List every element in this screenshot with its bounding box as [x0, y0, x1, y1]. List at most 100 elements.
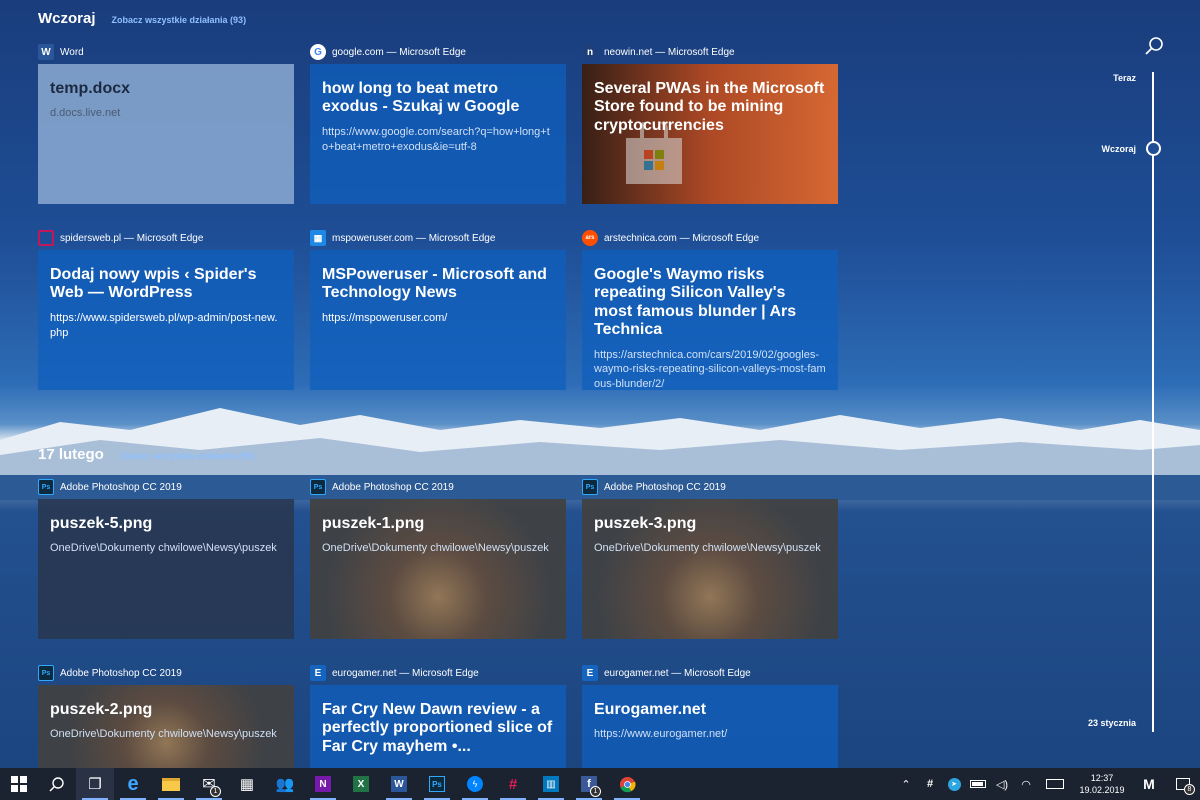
taskbar-trello[interactable]: ▥ — [532, 768, 570, 800]
card-subtitle: OneDrive\Dokumenty chwilowe\Newsy\puszek — [594, 542, 821, 555]
tray-volume[interactable]: ◁) — [990, 768, 1014, 800]
chrome-icon — [619, 776, 636, 792]
eurogamer-icon: E — [310, 665, 326, 681]
card-title: MSPoweruser - Microsoft and Technology N… — [322, 266, 547, 302]
mspoweruser-icon: ▦ — [310, 230, 326, 246]
activity-card[interactable]: Eurogamer.net https://www.eurogamer.net/ — [582, 685, 838, 768]
edge-icon: e — [127, 772, 139, 795]
card-subtitle: https://www.google.com/search?q=how+long… — [322, 125, 550, 153]
taskbar-mail[interactable]: ✉ 1 — [190, 768, 228, 800]
card-app-name: arstechnica.com — Microsoft Edge — [604, 232, 760, 244]
tray-overflow-button[interactable]: ⌃ — [894, 768, 918, 800]
slack-icon: # — [508, 775, 518, 793]
activity-card[interactable]: puszek-5.png OneDrive\Dokumenty chwilowe… — [38, 499, 294, 639]
card-app-name: spidersweb.pl — Microsoft Edge — [60, 232, 204, 244]
clock-date: 19.02.2019 — [1079, 785, 1125, 795]
card-app-row: Ps Adobe Photoshop CC 2019 — [38, 479, 182, 495]
taskbar-onenote[interactable]: N — [304, 768, 342, 800]
activity-card[interactable]: Dodaj nowy wpis ‹ Spider's Web — WordPre… — [38, 250, 294, 390]
card-subtitle: d.docs.live.net — [50, 107, 121, 120]
taskbar-clock[interactable]: 12:37 19.02.2019 — [1072, 772, 1132, 796]
card-app-row: W Word — [38, 44, 84, 60]
onenote-icon: N — [315, 776, 331, 792]
taskbar-chrome[interactable] — [608, 768, 646, 800]
card-app-name: eurogamer.net — Microsoft Edge — [604, 667, 751, 679]
timeline-label-yesterday[interactable]: Wczoraj — [1101, 144, 1136, 154]
card-app-name: Adobe Photoshop CC 2019 — [60, 481, 182, 493]
start-button[interactable] — [0, 768, 38, 800]
card-app-row: G google.com — Microsoft Edge — [310, 44, 466, 60]
card-title: Several PWAs in the Microsoft Store foun… — [594, 80, 825, 134]
card-app-name: Word — [60, 46, 84, 58]
photoshop-icon: Ps — [429, 776, 445, 792]
taskbar-edge[interactable]: e — [114, 768, 152, 800]
card-app-name: Adobe Photoshop CC 2019 — [332, 481, 454, 493]
task-view-button[interactable]: ❐ — [76, 768, 114, 800]
taskbar-word[interactable]: W — [380, 768, 418, 800]
search-icon[interactable] — [1144, 36, 1164, 56]
card-subtitle: https://mspoweruser.com/ — [322, 311, 448, 324]
photoshop-icon: Ps — [582, 479, 598, 495]
section-title: 17 lutego — [38, 446, 104, 463]
card-app-name: eurogamer.net — Microsoft Edge — [332, 667, 479, 679]
activity-card[interactable]: MSPoweruser - Microsoft and Technology N… — [310, 250, 566, 390]
taskbar-people[interactable]: 👥 — [266, 768, 304, 800]
card-subtitle: https://arstechnica.com/cars/2019/02/goo… — [594, 348, 826, 390]
mail-badge: 1 — [210, 786, 221, 797]
taskbar-facebook[interactable]: f1 — [570, 768, 608, 800]
activity-card[interactable]: how long to beat metro exodus - Szukaj w… — [310, 64, 566, 204]
timeline-position-marker[interactable] — [1146, 141, 1161, 156]
card-title: Eurogamer.net — [594, 701, 707, 718]
tray-mi-logo[interactable]: M — [1132, 768, 1166, 800]
card-title: how long to beat metro exodus - Szukaj w… — [322, 80, 520, 116]
see-all-link[interactable]: Zobacz wszystkie działania (50) — [120, 451, 255, 461]
task-view-icon: ❐ — [88, 776, 102, 793]
taskbar-photoshop[interactable]: Ps — [418, 768, 456, 800]
card-app-name: neowin.net — Microsoft Edge — [604, 46, 735, 58]
tray-telegram[interactable]: ➤ — [942, 768, 966, 800]
mi-logo-icon: M — [1143, 776, 1155, 792]
timeline-scrollbar[interactable] — [1152, 72, 1154, 732]
file-explorer-icon — [162, 777, 180, 791]
taskbar-excel[interactable]: X — [342, 768, 380, 800]
card-title: puszek-3.png — [594, 515, 697, 532]
card-title: puszek-2.png — [50, 701, 153, 718]
action-center-button[interactable]: 8 — [1166, 768, 1200, 800]
spidersweb-icon — [38, 230, 54, 246]
clock-time: 12:37 — [1090, 772, 1114, 783]
tray-battery[interactable] — [966, 768, 990, 800]
activity-card[interactable]: puszek-3.png OneDrive\Dokumenty chwilowe… — [582, 499, 838, 639]
activity-card[interactable]: Several PWAs in the Microsoft Store foun… — [582, 64, 838, 204]
timeline-label-jan23[interactable]: 23 stycznia — [1088, 718, 1136, 728]
activity-card[interactable]: Google's Waymo risks repeating Silicon V… — [582, 250, 838, 390]
people-icon: 👥 — [275, 776, 295, 793]
taskbar-messenger[interactable]: ϟ — [456, 768, 494, 800]
tray-slack[interactable]: # — [918, 768, 942, 800]
card-subtitle: https://www.eurogamer.net/ — [594, 728, 728, 741]
see-all-link[interactable]: Zobacz wszystkie działania (93) — [112, 15, 247, 25]
card-subtitle: OneDrive\Dokumenty chwilowe\Newsy\puszek — [322, 542, 549, 555]
card-app-row: Ps Adobe Photoshop CC 2019 — [38, 665, 182, 681]
card-title: Dodaj nowy wpis ‹ Spider's Web — WordPre… — [50, 266, 257, 302]
taskbar-slack[interactable]: # — [494, 768, 532, 800]
card-title: puszek-5.png — [50, 515, 153, 532]
activity-card[interactable]: puszek-2.png OneDrive\Dokumenty chwilowe… — [38, 685, 294, 768]
card-app-name: mspoweruser.com — Microsoft Edge — [332, 232, 496, 244]
card-app-name: Adobe Photoshop CC 2019 — [604, 481, 726, 493]
taskbar-calendar[interactable]: ▦ — [228, 768, 266, 800]
tray-keyboard[interactable] — [1038, 768, 1072, 800]
battery-icon — [970, 780, 986, 788]
word-icon: W — [38, 44, 54, 60]
tray-wifi[interactable]: ◠ — [1014, 768, 1038, 800]
word-icon: W — [391, 776, 407, 792]
taskbar-search-button[interactable] — [38, 768, 76, 800]
activity-card[interactable]: puszek-1.png OneDrive\Dokumenty chwilowe… — [310, 499, 566, 639]
calendar-icon: ▦ — [239, 776, 255, 793]
taskbar: ❐ e ✉ 1 ▦ 👥 N X W Ps ϟ # ▥ f1 ⌃ # ➤ ◁) ◠ … — [0, 768, 1200, 800]
activity-card[interactable]: Far Cry New Dawn review - a perfectly pr… — [310, 685, 566, 768]
taskbar-file-explorer[interactable] — [152, 768, 190, 800]
activity-card[interactable]: temp.docx d.docs.live.net — [38, 64, 294, 204]
eurogamer-icon: E — [582, 665, 598, 681]
timeline-label-now[interactable]: Teraz — [1113, 73, 1136, 83]
card-subtitle: OneDrive\Dokumenty chwilowe\Newsy\puszek — [50, 542, 277, 555]
